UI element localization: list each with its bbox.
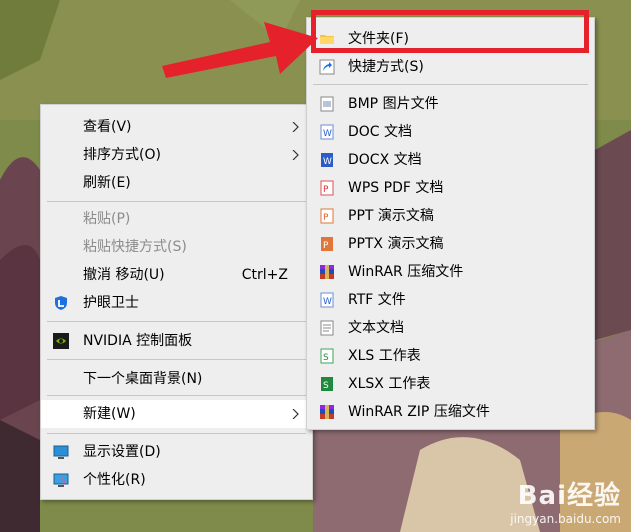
menu-item-refresh[interactable]: 刷新(E) [41, 169, 312, 197]
menu-item-personalize[interactable]: 个性化(R) [41, 466, 312, 494]
submenu-item-bmp[interactable]: BMP 图片文件 [307, 90, 594, 118]
text-file-icon [320, 320, 334, 336]
menu-item-next-desktop-background[interactable]: 下一个桌面背景(N) [41, 365, 312, 393]
menu-item-display-settings[interactable]: 显示设置(D) [41, 438, 312, 466]
svg-text:S: S [323, 353, 329, 363]
menu-item-paste-shortcut[interactable]: 粘贴快捷方式(S) [41, 233, 312, 261]
menu-separator [47, 433, 306, 434]
monitor-icon [53, 445, 69, 459]
desktop-context-menu: 查看(V) 排序方式(O) 刷新(E) 粘贴(P) 粘贴快捷方式(S) 撤消 移… [40, 104, 313, 500]
menu-item-undo-move[interactable]: 撤消 移动(U) Ctrl+Z [41, 261, 312, 289]
menu-item-new[interactable]: 新建(W) [41, 400, 312, 428]
menu-item-sort-by[interactable]: 排序方式(O) [41, 141, 312, 169]
submenu-item-winrar-zip[interactable]: WinRAR ZIP 压缩文件 [307, 398, 594, 426]
baidu-jingyan-watermark: Bai经验 jingyan.baidu.com [510, 475, 621, 526]
svg-text:W: W [323, 129, 332, 139]
menu-separator [47, 321, 306, 322]
personalize-icon [53, 473, 69, 487]
shortcut-label: Ctrl+Z [241, 267, 288, 283]
submenu-item-rtf[interactable]: W RTF 文件 [307, 286, 594, 314]
shield-icon [55, 296, 67, 310]
pptx-file-icon: P [321, 237, 333, 251]
pdf-file-icon: P [320, 180, 334, 196]
submenu-item-winrar[interactable]: WinRAR 压缩文件 [307, 258, 594, 286]
svg-text:P: P [323, 213, 329, 223]
image-file-icon [320, 96, 334, 112]
annotation-highlight-box [311, 10, 589, 53]
excel-xls-icon: S [320, 348, 334, 364]
submenu-item-pptx[interactable]: P PPTX 演示文稿 [307, 230, 594, 258]
submenu-item-docx[interactable]: W DOCX 文档 [307, 146, 594, 174]
svg-text:P: P [323, 185, 329, 195]
menu-item-nvidia-control-panel[interactable]: NVIDIA 控制面板 [41, 327, 312, 355]
annotation-arrow-icon [162, 22, 318, 78]
menu-separator [313, 84, 588, 85]
submenu-item-xls[interactable]: S XLS 工作表 [307, 342, 594, 370]
svg-text:W: W [323, 297, 332, 307]
svg-text:S: S [323, 381, 329, 391]
menu-separator [47, 395, 306, 396]
shortcut-icon [319, 59, 335, 75]
word-docx-icon: W [321, 153, 333, 167]
submenu-item-text-document[interactable]: 文本文档 [307, 314, 594, 342]
chevron-right-icon [292, 409, 299, 419]
watermark-url: jingyan.baidu.com [510, 512, 621, 526]
menu-item-paste[interactable]: 粘贴(P) [41, 205, 312, 233]
svg-text:W: W [323, 157, 332, 167]
chevron-right-icon [292, 122, 299, 132]
menu-separator [47, 359, 306, 360]
menu-separator [47, 201, 306, 202]
menu-item-view[interactable]: 查看(V) [41, 113, 312, 141]
submenu-item-doc[interactable]: W DOC 文档 [307, 118, 594, 146]
submenu-item-ppt[interactable]: P PPT 演示文稿 [307, 202, 594, 230]
submenu-item-xlsx[interactable]: S XLSX 工作表 [307, 370, 594, 398]
new-submenu: 文件夹(F) 快捷方式(S) BMP 图片文件 W DOC 文档 W DOCX … [306, 17, 595, 430]
excel-xlsx-icon: S [321, 377, 333, 391]
svg-text:P: P [323, 241, 329, 251]
word-doc-icon: W [320, 124, 334, 140]
rtf-file-icon: W [320, 292, 334, 308]
ppt-file-icon: P [320, 208, 334, 224]
submenu-item-shortcut[interactable]: 快捷方式(S) [307, 53, 594, 81]
chevron-right-icon [292, 150, 299, 160]
winrar-zip-icon [320, 405, 334, 419]
winrar-icon [320, 265, 334, 279]
submenu-item-wps-pdf[interactable]: P WPS PDF 文档 [307, 174, 594, 202]
nvidia-icon [53, 333, 69, 349]
menu-item-eye-guard[interactable]: 护眼卫士 [41, 289, 312, 317]
watermark-brand: Bai经验 [517, 481, 621, 511]
